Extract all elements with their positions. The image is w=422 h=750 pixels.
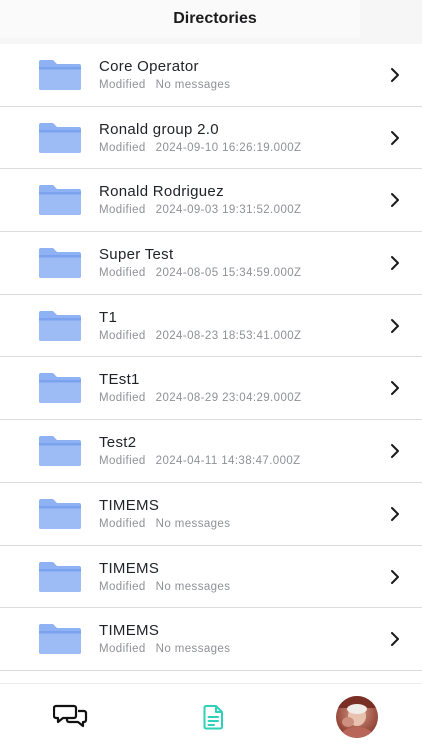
chevron-right-icon [391,381,399,396]
directory-meta: Modified 2024-09-03 19:31:52.000Z [99,204,301,216]
directory-row[interactable]: Ronald group 2.0 Modified 2024-09-10 16:2… [0,106,422,170]
directory-name: TIMEMS [99,559,160,577]
chevron-right-icon [391,444,399,459]
top-bar: Directories [0,0,422,44]
modified-label: Modified [99,267,146,280]
chevron-right-icon [391,68,399,82]
folder-icon [39,436,81,467]
modified-label: Modified [99,79,146,91]
tab-directories[interactable] [202,704,226,730]
tab-chats[interactable] [52,704,89,730]
directory-name: T1 [99,308,118,326]
folder-icon [39,498,81,529]
chevron-right-icon [391,318,399,333]
directory-row[interactable]: Test2 Modified 2024-04-11 14:38:47.000Z [0,420,422,483]
directory-meta: Modified 2024-08-05 15:34:59.000Z [99,267,301,279]
chevron-right-icon [391,569,399,584]
modified-value: 2024-04-11 14:38:47.000Z [155,455,301,468]
modified-value: No messages [155,643,231,656]
modified-label: Modified [99,141,146,154]
directory-meta: Modified 2024-08-23 18:53:41.000Z [99,330,301,342]
bottom-tab-bar [0,683,422,750]
directory-meta: Modified No messages [99,581,230,593]
directory-meta: Modified No messages [99,643,230,655]
modified-label: Modified [99,329,146,342]
folder-icon [39,185,81,216]
directory-name: Test2 [99,434,137,452]
modified-label: Modified [99,204,146,217]
modified-label: Modified [99,455,146,468]
modified-value: 2024-09-03 19:31:52.000Z [155,204,302,217]
modified-label: Modified [99,643,146,656]
folder-icon [39,624,81,655]
directory-meta: Modified 2024-04-11 14:38:47.000Z [99,455,301,467]
directory-meta: Modified 2024-08-29 23:04:29.000Z [99,392,301,404]
directory-name: TIMEMS [99,622,160,640]
folder-icon [39,60,81,90]
chevron-right-icon [391,256,399,271]
directory-name: TIMEMS [99,496,160,514]
modified-value: No messages [155,580,231,593]
page-title: Directories [173,10,257,27]
modified-value: No messages [155,517,231,530]
profile-photo [336,696,378,738]
chevron-right-icon [391,130,399,145]
directory-meta: Modified No messages [99,518,230,530]
modified-value: 2024-08-29 23:04:29.000Z [155,392,302,405]
document-icon [203,705,223,730]
modified-label: Modified [99,517,146,530]
directory-row[interactable]: T1 Modified 2024-08-23 18:53:41.000Z [0,294,422,358]
avatar[interactable] [336,696,378,738]
directory-row[interactable]: TIMEMS Modified No messages [0,545,422,609]
folder-icon [39,122,81,153]
directory-row[interactable]: Ronald Rodriguez Modified 2024-09-03 19:3… [0,169,422,233]
folder-icon [39,373,81,404]
modified-value: No messages [155,79,231,91]
modified-label: Modified [99,580,146,593]
modified-value: 2024-08-23 18:53:41.000Z [155,329,302,342]
directory-list: Core Operator Modified No messages Ronald… [0,44,422,671]
modified-value: 2024-08-05 15:34:59.000Z [155,267,302,280]
directory-name: TEst1 [99,371,140,389]
directory-meta: Modified 2024-09-10 16:26:19.000Z [99,142,301,154]
directory-name: Super Test [99,246,174,264]
directory-row[interactable]: TIMEMS Modified No messages [0,482,422,546]
modified-value: 2024-09-10 16:26:19.000Z [155,141,302,154]
chevron-right-icon [391,506,399,521]
directory-row[interactable]: TEst1 Modified 2024-08-29 23:04:29.000Z [0,357,422,421]
chevron-right-icon [391,632,399,647]
folder-icon [39,248,81,279]
chevron-right-icon [391,193,399,208]
directory-name: Ronald Rodriguez [99,183,224,201]
directory-row[interactable]: TIMEMS Modified No messages [0,608,422,671]
folder-icon [39,310,81,341]
directory-name: Core Operator [99,58,199,75]
app-screen: Directories Core Operator Modified No mes… [0,0,422,750]
chat-bubbles-icon [52,704,88,728]
directory-name: Ronald group 2.0 [99,120,219,138]
folder-icon [39,561,81,592]
title-box: Directories [0,0,360,38]
directory-row[interactable]: Super Test Modified 2024-08-05 15:34:59.0… [0,232,422,295]
modified-label: Modified [99,392,146,405]
directory-row[interactable]: Core Operator Modified No messages [0,44,422,107]
directory-meta: Modified No messages [99,79,230,91]
